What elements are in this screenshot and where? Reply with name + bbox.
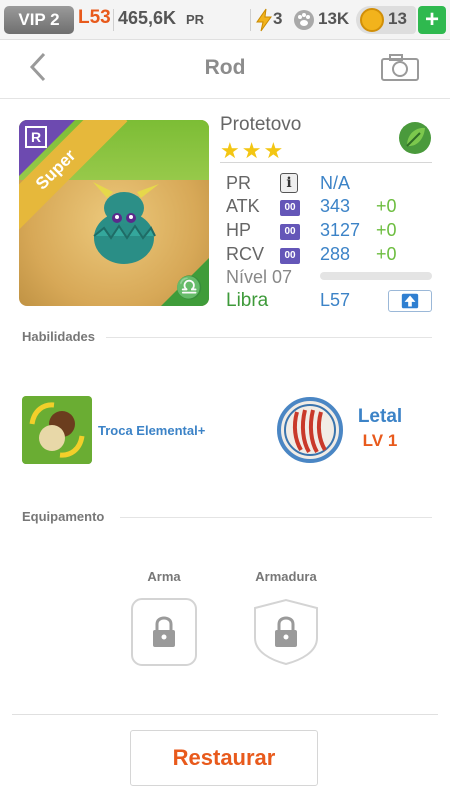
skill-name-elemental-swap: Troca Elemental+ xyxy=(98,423,206,438)
stat-label-pr: PR xyxy=(226,173,252,193)
claw-icon[interactable] xyxy=(276,396,344,464)
stat-icon-atk: 00 xyxy=(280,200,300,216)
coin-count: 13 xyxy=(388,9,407,28)
pet-name: Protetovo xyxy=(220,114,302,135)
lightning-icon xyxy=(256,8,272,32)
section-divider xyxy=(120,517,432,518)
level-label: Nível 07 xyxy=(226,267,293,287)
section-divider xyxy=(106,337,432,338)
coin-icon xyxy=(360,8,384,32)
power-rating-value: 465,6K xyxy=(118,8,177,28)
slot-label-armor: Armadura xyxy=(255,569,317,584)
libra-icon: ♎ xyxy=(175,275,203,300)
xp-progress-bar xyxy=(320,272,432,280)
rarity-badge: R xyxy=(25,126,47,148)
stat-bonus-hp: +0 xyxy=(376,220,397,240)
divider xyxy=(250,9,251,31)
stat-value-atk: 343 xyxy=(320,196,351,216)
player-level: L53 xyxy=(78,7,111,28)
info-divider xyxy=(220,162,432,163)
food-count: 13K xyxy=(318,9,350,28)
stat-label-atk: ATK xyxy=(226,196,260,216)
leaf-icon xyxy=(399,122,431,154)
stat-value-hp: 3127 xyxy=(320,220,361,240)
info-icon[interactable]: i xyxy=(280,173,298,193)
skill-name-lethal: Letal xyxy=(357,406,403,427)
stat-bonus-atk: +0 xyxy=(376,196,397,216)
stat-value-pr: N/A xyxy=(320,173,351,193)
stat-label-rcv: RCV xyxy=(226,244,265,264)
paw-icon xyxy=(294,10,314,30)
stat-icon-hp: 00 xyxy=(280,224,300,240)
required-level: L57 xyxy=(320,290,351,310)
camera-button[interactable] xyxy=(380,52,420,82)
pet-portrait xyxy=(93,182,159,264)
skill-level: LV 1 xyxy=(362,431,398,450)
zodiac-name: Libra xyxy=(226,290,269,311)
stat-value-rcv: 288 xyxy=(320,244,351,264)
section-title-skills: Habilidades xyxy=(22,329,95,344)
section-title-equipment: Equipamento xyxy=(22,509,105,524)
elemental-swap-icon[interactable] xyxy=(22,396,92,464)
pet-card[interactable]: Super R ♎ xyxy=(19,120,209,306)
stat-label-hp: HP xyxy=(226,220,252,240)
bottom-divider xyxy=(12,714,438,715)
weapon-slot[interactable] xyxy=(131,598,197,666)
divider xyxy=(113,9,114,31)
stat-bonus-rcv: +0 xyxy=(376,244,397,264)
armor-slot[interactable] xyxy=(253,598,319,666)
stat-icon-rcv: 00 xyxy=(280,248,300,264)
vip-badge[interactable]: VIP 2 xyxy=(4,6,74,34)
star-rating: ★★★ xyxy=(220,138,286,163)
restore-button[interactable]: Restaurar xyxy=(130,730,318,786)
add-coins-button[interactable]: + xyxy=(418,6,446,34)
energy-count: 3 xyxy=(273,9,283,28)
slot-label-weapon: Arma xyxy=(147,569,181,584)
upgrade-button[interactable] xyxy=(388,290,432,312)
status-bar: VIP 2 L53 465,6K PR 3 13K 13 + xyxy=(0,0,450,40)
header-divider xyxy=(0,98,450,99)
power-rating-unit: PR xyxy=(186,12,205,27)
